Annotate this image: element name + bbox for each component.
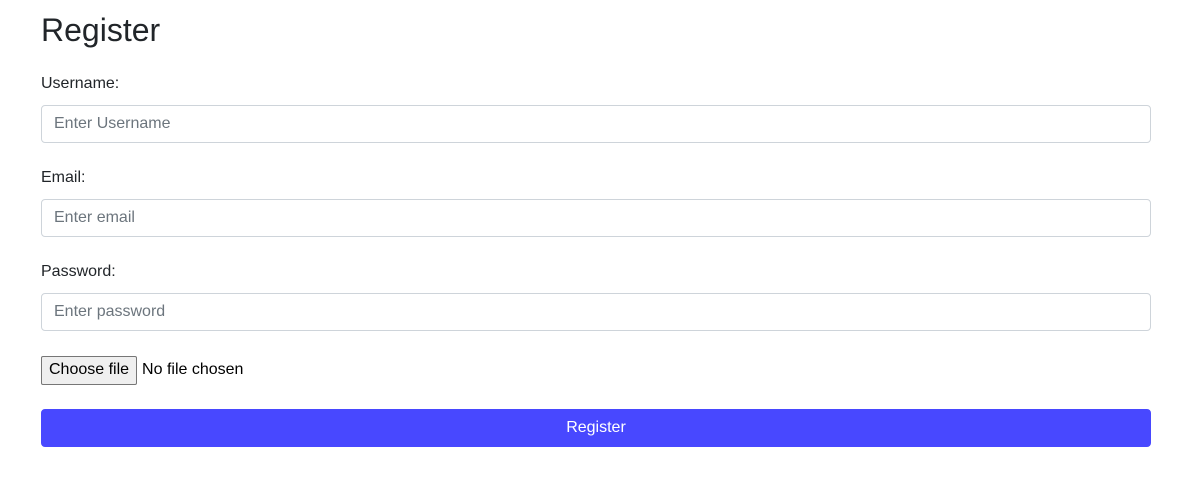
username-label: Username:	[41, 75, 120, 92]
file-status: No file chosen	[142, 361, 244, 378]
choose-file-button[interactable]: Choose file	[41, 355, 138, 385]
email-input[interactable]	[41, 199, 1151, 237]
username-input[interactable]	[41, 105, 1151, 143]
file-picker: Choose file No file chosen	[41, 355, 243, 385]
password-label: Password:	[41, 263, 116, 280]
password-input[interactable]	[41, 293, 1151, 331]
register-button[interactable]: Register	[41, 409, 1151, 447]
email-label: Email:	[41, 169, 86, 186]
page-title: Register	[41, 12, 161, 48]
